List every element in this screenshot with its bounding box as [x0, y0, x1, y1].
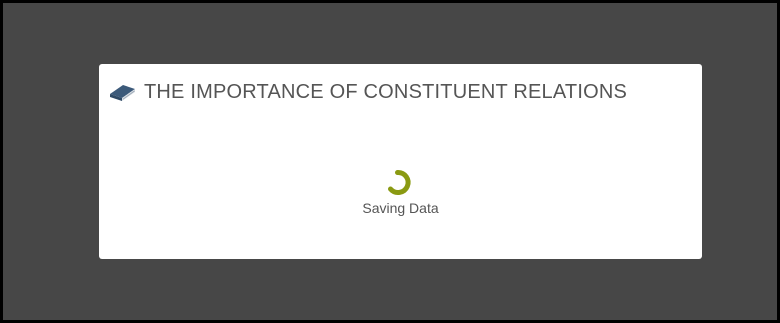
loading-indicator: Saving Data	[99, 167, 702, 216]
saving-modal: THE IMPORTANCE OF CONSTITUENT RELATIONS …	[99, 64, 702, 259]
status-text: Saving Data	[362, 200, 439, 216]
book-icon	[109, 82, 136, 102]
spinner-icon	[387, 170, 411, 195]
modal-header: THE IMPORTANCE OF CONSTITUENT RELATIONS	[109, 77, 627, 107]
modal-title: THE IMPORTANCE OF CONSTITUENT RELATIONS	[144, 80, 628, 103]
app-frame: THE IMPORTANCE OF CONSTITUENT RELATIONS …	[0, 0, 780, 323]
